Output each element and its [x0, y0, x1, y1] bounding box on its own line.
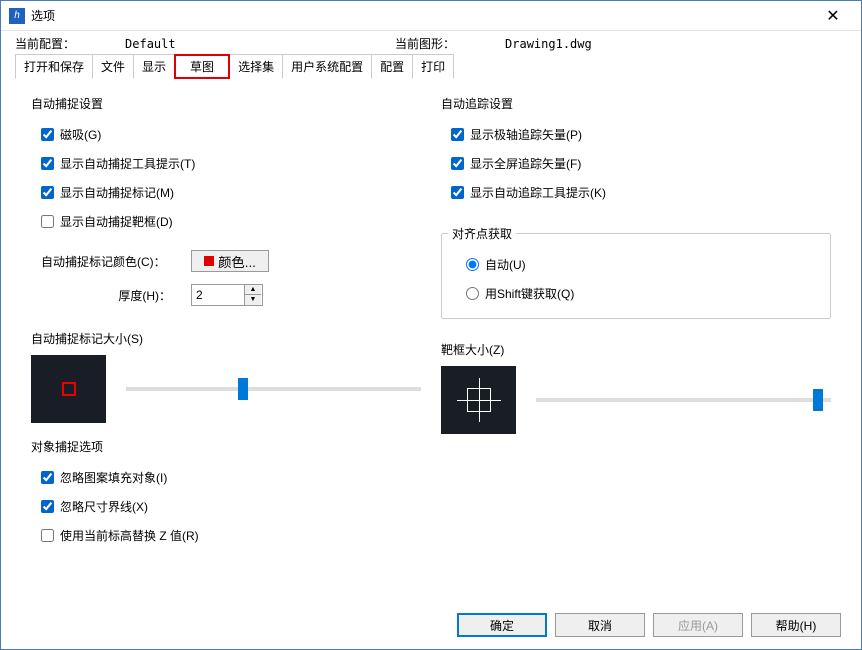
- replace-z-checkbox[interactable]: [41, 529, 54, 542]
- tab-selection[interactable]: 选择集: [229, 54, 283, 79]
- options-dialog: h 选项 ✕ 当前配置： Default 当前图形： Drawing1.dwg …: [0, 0, 862, 650]
- polar-vector-checkbox[interactable]: [451, 128, 464, 141]
- app-icon: h: [9, 8, 25, 24]
- tab-open-save[interactable]: 打开和保存: [15, 54, 93, 79]
- marker-checkbox[interactable]: [41, 186, 54, 199]
- shift-radio[interactable]: [466, 287, 479, 300]
- apply-button[interactable]: 应用(A): [653, 613, 743, 637]
- marker-size-thumb[interactable]: [238, 378, 248, 400]
- thickness-input[interactable]: [192, 288, 244, 302]
- aperture-size-group: 靶框大小(Z): [441, 341, 831, 434]
- dialog-buttons: 确定 取消 应用(A) 帮助(H): [457, 613, 841, 637]
- replace-z-label[interactable]: 使用当前标高替换 Z 值(R): [60, 527, 199, 544]
- marker-preview-icon: [62, 382, 76, 396]
- auto-radio[interactable]: [466, 258, 479, 271]
- ignore-hatch-checkbox[interactable]: [41, 471, 54, 484]
- shift-radio-label[interactable]: 用Shift键获取(Q): [485, 285, 574, 302]
- window-title: 选项: [31, 7, 813, 24]
- tab-bar: 打开和保存 文件 显示 草图 选择集 用户系统配置 配置 打印: [1, 52, 861, 80]
- aperture-size-title: 靶框大小(Z): [441, 341, 831, 358]
- titlebar: h 选项 ✕: [1, 1, 861, 31]
- tab-drafting[interactable]: 草图: [174, 54, 230, 79]
- tooltip-label[interactable]: 显示自动捕捉工具提示(T): [60, 155, 195, 172]
- aperture-box-checkbox[interactable]: [41, 215, 54, 228]
- tab-display[interactable]: 显示: [133, 54, 175, 79]
- current-config-value: Default: [125, 37, 176, 51]
- thickness-spinbox[interactable]: ▲ ▼: [191, 284, 263, 306]
- marker-size-slider[interactable]: [126, 387, 421, 391]
- alignment-title: 对齐点获取: [448, 225, 516, 242]
- color-button-text: 颜色...: [218, 252, 256, 271]
- fullscreen-vector-checkbox[interactable]: [451, 157, 464, 170]
- content-area: 自动捕捉设置 磁吸(G) 显示自动捕捉工具提示(T) 显示自动捕捉标记(M) 显…: [1, 80, 861, 610]
- ok-button[interactable]: 确定: [457, 613, 547, 637]
- info-row: 当前配置： Default 当前图形： Drawing1.dwg: [1, 31, 861, 52]
- ignore-hatch-label[interactable]: 忽略图案填充对象(I): [60, 469, 167, 486]
- tab-user-prefs[interactable]: 用户系统配置: [282, 54, 372, 79]
- autotrack-tooltip-label[interactable]: 显示自动追踪工具提示(K): [470, 184, 606, 201]
- autosnap-group: 自动捕捉设置 磁吸(G) 显示自动捕捉工具提示(T) 显示自动捕捉标记(M) 显…: [31, 95, 421, 312]
- aperture-preview: [441, 366, 516, 434]
- tooltip-checkbox[interactable]: [41, 157, 54, 170]
- current-drawing-label: 当前图形：: [395, 35, 455, 52]
- aperture-size-thumb[interactable]: [813, 389, 823, 411]
- marker-label[interactable]: 显示自动捕捉标记(M): [60, 184, 174, 201]
- cancel-button[interactable]: 取消: [555, 613, 645, 637]
- marker-preview: [31, 355, 106, 423]
- autotrack-tooltip-checkbox[interactable]: [451, 186, 464, 199]
- fullscreen-vector-label[interactable]: 显示全屏追踪矢量(F): [470, 155, 581, 172]
- osnap-options-title: 对象捕捉选项: [31, 438, 421, 455]
- help-button[interactable]: 帮助(H): [751, 613, 841, 637]
- ignore-dim-checkbox[interactable]: [41, 500, 54, 513]
- thickness-label: 厚度(H)：: [41, 287, 171, 304]
- thickness-up-button[interactable]: ▲: [245, 285, 261, 295]
- current-config-label: 当前配置：: [15, 35, 75, 52]
- aperture-preview-icon: [457, 378, 501, 422]
- aperture-size-slider[interactable]: [536, 398, 831, 402]
- tab-profiles[interactable]: 配置: [371, 54, 413, 79]
- thickness-down-button[interactable]: ▼: [245, 295, 261, 305]
- marker-color-label: 自动捕捉标记颜色(C)：: [41, 253, 171, 270]
- osnap-options-group: 对象捕捉选项 忽略图案填充对象(I) 忽略尺寸界线(X) 使用当前标高替换 Z …: [31, 438, 421, 550]
- magnet-checkbox[interactable]: [41, 128, 54, 141]
- alignment-group: 对齐点获取 自动(U) 用Shift键获取(Q): [441, 225, 831, 319]
- aperture-box-label[interactable]: 显示自动捕捉靶框(D): [60, 213, 173, 230]
- autotrack-group: 自动追踪设置 显示极轴追踪矢量(P) 显示全屏追踪矢量(F) 显示自动追踪工具提…: [441, 95, 831, 207]
- color-swatch-icon: [204, 256, 214, 266]
- auto-radio-label[interactable]: 自动(U): [485, 256, 526, 273]
- marker-size-group: 自动捕捉标记大小(S): [31, 330, 421, 423]
- magnet-label[interactable]: 磁吸(G): [60, 126, 101, 143]
- polar-vector-label[interactable]: 显示极轴追踪矢量(P): [470, 126, 582, 143]
- color-button[interactable]: 颜色...: [191, 250, 269, 272]
- tab-file[interactable]: 文件: [92, 54, 134, 79]
- current-drawing-value: Drawing1.dwg: [505, 37, 592, 51]
- close-button[interactable]: ✕: [813, 1, 853, 31]
- marker-size-title: 自动捕捉标记大小(S): [31, 330, 421, 347]
- tab-print[interactable]: 打印: [412, 54, 454, 79]
- autosnap-title: 自动捕捉设置: [31, 95, 421, 112]
- autotrack-title: 自动追踪设置: [441, 95, 831, 112]
- ignore-dim-label[interactable]: 忽略尺寸界线(X): [60, 498, 148, 515]
